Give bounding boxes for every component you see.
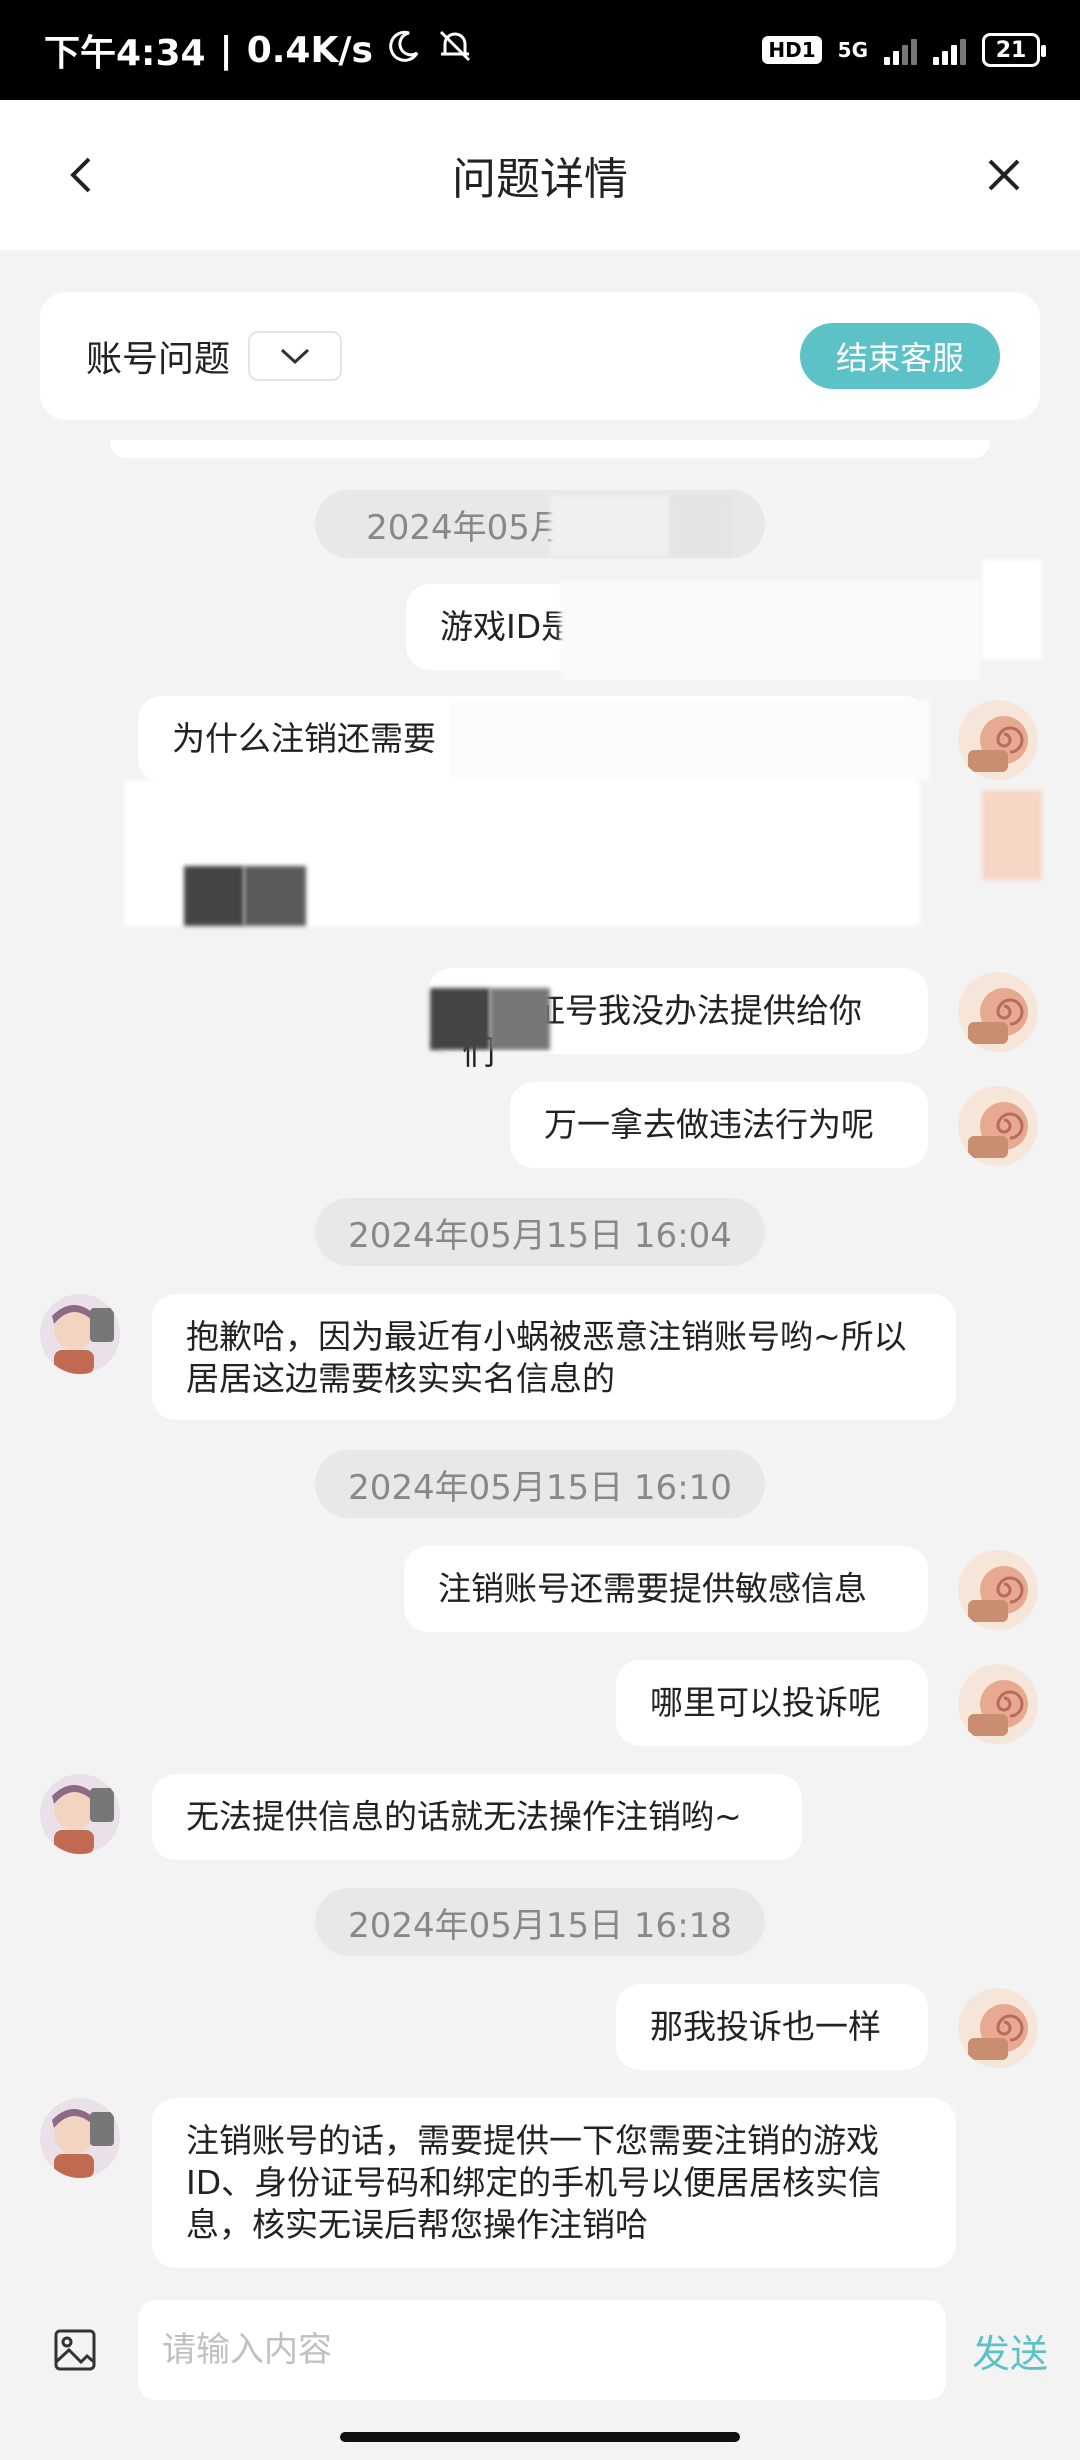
user-avatar[interactable] [958,972,1038,1052]
redaction-block [244,866,306,926]
message-text: 游戏ID是 [440,607,575,646]
topic-dropdown[interactable] [248,331,343,381]
redaction-patch [982,560,1042,660]
snail-avatar-icon [968,1566,1028,1622]
redaction-patch [550,496,670,556]
agent-avatar[interactable] [40,1294,120,1374]
snail-avatar-icon [968,1102,1028,1158]
user-avatar[interactable] [958,1086,1038,1166]
message-text: 为什么注销还需要 [172,719,436,758]
user-message: 万一拿去做违法行为呢 [510,1082,928,1168]
agent-avatar-icon [52,1785,114,1854]
snail-avatar-icon [968,2004,1028,2060]
close-icon [988,159,1020,191]
snail-avatar-icon [968,988,1028,1044]
mute-bell-icon [435,28,475,73]
input-bar: 发送 [0,2290,1080,2410]
redaction-patch [560,580,980,680]
message-text: 无法提供信息的话就无法操作注销哟~ [186,1797,742,1836]
page-title: 问题详情 [452,154,628,205]
snail-avatar-icon [968,1680,1028,1736]
timestamp: 2024年05月15日 16:18 [315,1888,765,1956]
message-text: 哪里可以投诉呢 [650,1683,881,1722]
agent-avatar[interactable] [40,1774,120,1854]
image-icon [54,2329,96,2371]
agent-message: 无法提供信息的话就无法操作注销哟~ [152,1774,802,1860]
chevron-left-icon [70,157,91,193]
network-speed: 0.4K/s [246,29,373,71]
home-indicator[interactable] [340,2432,740,2442]
redaction-patch [982,790,1042,880]
chat-area[interactable]: 2024年05月 游戏ID是 为什么注销还需要 证号我没办法提供给你们 万一拿去… [0,460,1080,2290]
redaction-block [184,866,244,926]
topic-label: 账号问题 [86,339,231,380]
send-button[interactable]: 发送 [972,2323,1048,2378]
timestamp-text: 2024年05月 [366,507,564,548]
agent-avatar-icon [52,1305,114,1374]
agent-avatar-icon [52,2109,114,2178]
agent-avatar[interactable] [40,2098,120,2178]
chevron-down-icon [280,348,310,365]
timestamp: 2024年05月15日 16:10 [315,1450,765,1518]
message-text: 注销账号还需要提供敏感信息 [438,1569,867,1608]
user-message: 注销账号还需要提供敏感信息 [404,1546,928,1632]
message-text: 万一拿去做违法行为呢 [544,1105,874,1144]
user-avatar[interactable] [958,1988,1038,2068]
message-text: 那我投诉也一样 [650,2007,881,2046]
redaction-patch [670,496,730,556]
network-label: 5G [837,38,868,62]
message-input[interactable] [138,2300,946,2400]
status-bar: 下午4:34 | 0.4K/s HD1 5G 21 [0,0,1080,100]
user-avatar[interactable] [958,1550,1038,1630]
battery-icon: 21 [982,33,1046,67]
battery-level: 21 [995,37,1027,63]
topic-card: 账号问题 结束客服 [40,292,1040,420]
redaction-patch [450,700,930,780]
redaction-block [490,988,550,1050]
header: 问题详情 [0,100,1080,250]
agent-message: 注销账号的话，需要提供一下您需要注销的游戏ID、身份证号码和绑定的手机号以便居居… [152,2098,956,2268]
snail-avatar-icon [968,716,1028,772]
hd-badge: HD1 [762,36,822,64]
message-text: 抱歉哈，因为最近有小蜗被恶意注销账号哟~所以居居这边需要核实实名信息的 [186,1317,907,1398]
user-avatar[interactable] [958,1664,1038,1744]
moon-icon [387,29,421,72]
status-time: 下午4:34 [44,33,206,74]
user-message: 那我投诉也一样 [616,1984,928,2070]
signal-icon-2 [933,35,966,65]
timestamp: 2024年05月15日 16:04 [315,1198,765,1266]
signal-icon [884,35,917,65]
image-button[interactable] [50,2325,100,2375]
close-button[interactable] [974,145,1034,205]
user-avatar[interactable] [958,700,1038,780]
agent-message: 抱歉哈，因为最近有小蜗被恶意注销账号哟~所以居居这边需要核实实名信息的 [152,1294,956,1420]
card-peek [110,440,990,458]
back-button[interactable] [50,145,110,205]
end-service-button[interactable]: 结束客服 [800,323,1000,389]
message-text: 注销账号的话，需要提供一下您需要注销的游戏ID、身份证号码和绑定的手机号以便居居… [186,2121,882,2244]
redaction-block [430,988,490,1050]
status-divider: | [219,29,233,71]
user-message: 哪里可以投诉呢 [616,1660,928,1746]
